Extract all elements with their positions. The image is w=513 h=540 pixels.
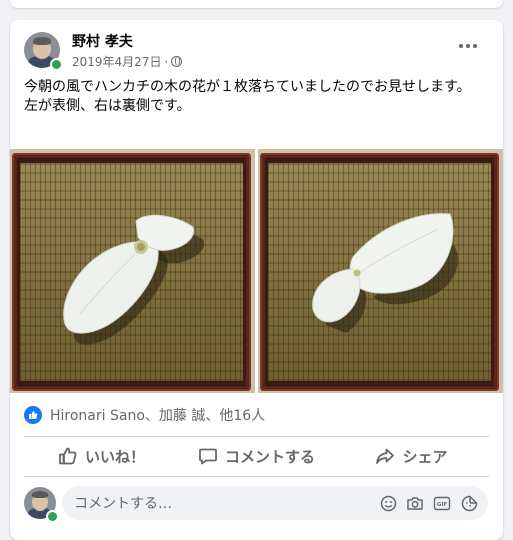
- dot-icon: [473, 44, 477, 48]
- comment-icon: [199, 448, 217, 465]
- online-status-dot: [50, 58, 63, 71]
- previous-post-edge: [10, 0, 503, 8]
- comment-input[interactable]: コメントする… GIF: [62, 486, 488, 520]
- camera-icon[interactable]: [406, 494, 424, 512]
- like-icon: [24, 406, 42, 424]
- bract-front-image: [63, 214, 205, 345]
- post-meta: 2019年4月27日 ·: [72, 53, 183, 70]
- reactions-text[interactable]: Hironari Sano、加藤 誠、他16人: [50, 405, 265, 425]
- share-icon: [376, 448, 395, 464]
- comment-label: コメントする: [224, 447, 315, 466]
- viewer-online-dot: [46, 510, 59, 523]
- share-button[interactable]: シェア: [334, 438, 489, 474]
- post-date[interactable]: 2019年4月27日: [72, 53, 161, 70]
- thumbs-up-icon: [59, 447, 77, 465]
- post-text: 今朝の風でハンカチの木の花が１枚落ちていましたのでお見せします。 左が表側、右は…: [24, 79, 471, 114]
- divider-bottom: [24, 476, 489, 477]
- like-button[interactable]: いいね！: [24, 438, 179, 474]
- post-card: 野村 孝夫 2019年4月27日 · 今朝の風でハンカチの木の花が１枚落ちていま…: [10, 20, 503, 540]
- meta-separator: ·: [164, 54, 169, 69]
- photo-back-side[interactable]: [258, 149, 503, 393]
- dot-icon: [459, 44, 463, 48]
- sticker-icon[interactable]: [460, 494, 478, 512]
- comment-tools: GIF: [379, 494, 478, 512]
- comment-button[interactable]: コメントする: [179, 438, 334, 474]
- dot-icon: [466, 44, 470, 48]
- comment-placeholder[interactable]: コメントする…: [74, 493, 379, 513]
- action-bar: いいね！ コメントする シェア: [24, 438, 489, 474]
- author-name[interactable]: 野村 孝夫: [72, 31, 133, 51]
- photo-grid: [10, 149, 503, 393]
- divider-top: [24, 436, 489, 437]
- reactions-summary[interactable]: Hironari Sano、加藤 誠、他16人: [24, 405, 265, 425]
- comment-composer: コメントする… GIF: [24, 486, 494, 523]
- globe-icon[interactable]: [171, 56, 183, 67]
- gif-icon[interactable]: GIF: [433, 494, 451, 512]
- svg-text:GIF: GIF: [437, 502, 448, 508]
- emoji-icon[interactable]: [379, 494, 397, 512]
- more-options-button[interactable]: [450, 34, 486, 58]
- bract-back-image: [312, 213, 458, 333]
- share-label: シェア: [402, 447, 448, 466]
- like-label: いいね！: [84, 447, 145, 466]
- photo-front-side[interactable]: [10, 149, 255, 393]
